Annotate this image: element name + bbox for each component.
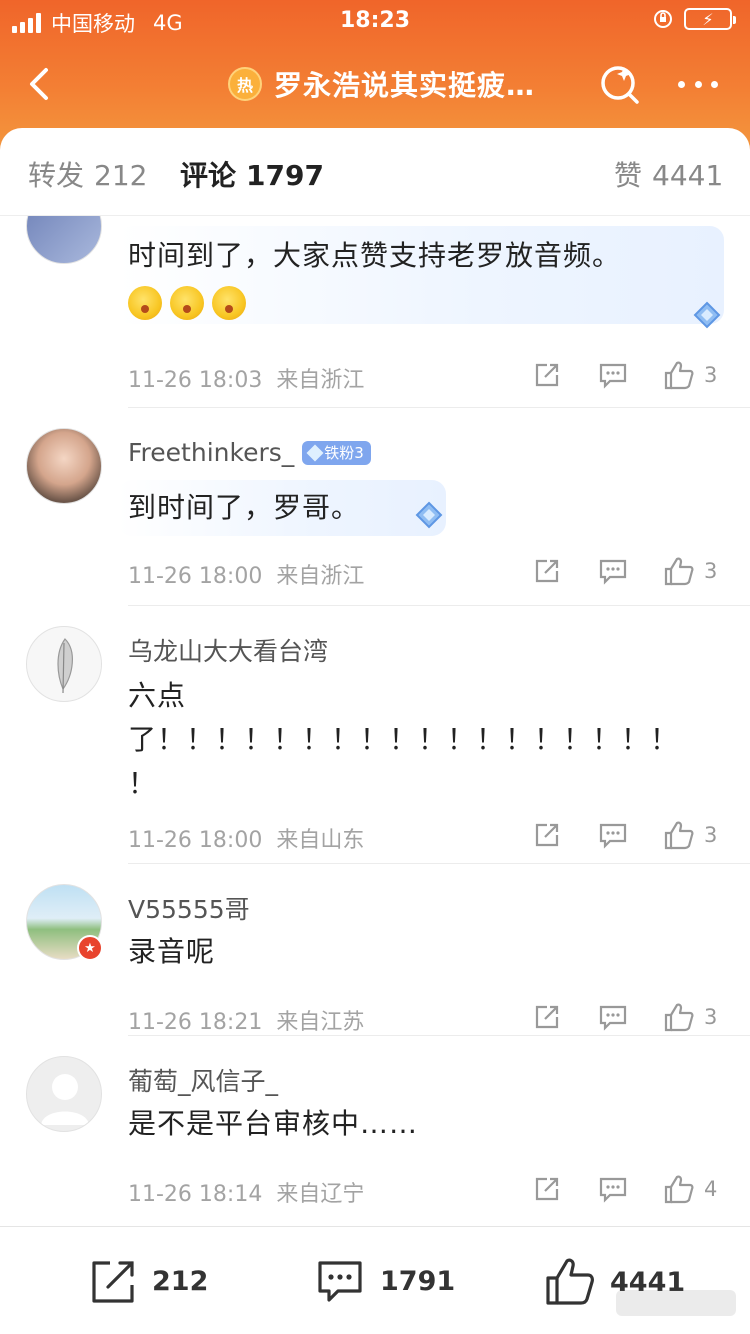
comment-meta: 11-26 18:03 来自浙江	[128, 362, 364, 394]
tab-likes-label: 赞	[614, 159, 643, 192]
comment-item: ★ V55555哥 录音呢 11-26 18:21 来自江苏 3	[0, 864, 750, 1036]
blush-emoji-icon	[128, 286, 162, 320]
comment-item: 时间到了，大家点赞支持老罗放音频。 11-26 18:03 来自浙江 3	[0, 216, 750, 408]
comment-text: 到时间了，罗哥。	[128, 491, 361, 524]
hot-topic-icon: 热	[228, 67, 262, 101]
repost-icon[interactable]	[530, 818, 564, 852]
comment-time: 11-26 18:00	[128, 828, 263, 853]
back-arrow-icon[interactable]	[22, 64, 62, 104]
comment-text: 六点 了！！！！！！！！！！！！！！！！！！ ！	[128, 679, 680, 800]
like-thumb-icon	[546, 1258, 594, 1305]
tab-comments-label: 评论	[180, 159, 237, 192]
bottom-action-bar: 212 1791 4441	[0, 1226, 750, 1334]
default-user-icon	[41, 1074, 89, 1125]
sparkle-diamond-icon	[415, 501, 443, 529]
repost-icon[interactable]	[530, 1000, 564, 1034]
like-count: 3	[704, 823, 718, 847]
tab-reposts[interactable]: 转发 212	[28, 154, 147, 194]
comment-item: 葡萄_风信子_ 是不是平台审核中…… 11-26 18:14 来自辽宁 4	[0, 1036, 750, 1226]
comment-reply-icon[interactable]	[596, 554, 630, 588]
like-thumb-icon[interactable]	[662, 554, 696, 588]
like-thumb-icon[interactable]	[662, 358, 696, 392]
repost-icon[interactable]	[530, 358, 564, 392]
tab-bar: 转发 212 评论 1797 赞 4441	[0, 128, 750, 216]
emoji-row	[128, 280, 621, 324]
diamond-icon	[306, 444, 324, 461]
comment-region: 来自江苏	[276, 1010, 365, 1035]
repost-icon	[92, 1261, 134, 1303]
repost-count: 212	[152, 1265, 209, 1297]
comment-text: 录音呢	[128, 935, 216, 968]
fan-badge: 铁粉3	[302, 440, 371, 465]
like-thumb-icon[interactable]	[662, 818, 696, 852]
avatar[interactable]	[26, 1056, 102, 1132]
nav-bar: 热 罗永浩说其实挺疲…	[0, 54, 750, 114]
orientation-lock-icon	[654, 10, 672, 28]
comment-region: 来自山东	[276, 828, 365, 853]
comment-region: 来自浙江	[276, 564, 365, 589]
comment-meta: 11-26 18:00 来自浙江	[128, 558, 364, 590]
page-title[interactable]: 罗永浩说其实挺疲…	[274, 64, 535, 104]
comment-reply-icon[interactable]	[596, 1172, 630, 1206]
like-count: 4	[704, 1177, 718, 1201]
comment-time: 11-26 18:21	[128, 1010, 263, 1035]
more-options-icon[interactable]	[676, 62, 720, 106]
tab-comments[interactable]: 评论 1797	[180, 154, 324, 194]
comment-time: 11-26 18:03	[128, 368, 263, 393]
blush-emoji-icon	[170, 286, 204, 320]
like-count: 3	[704, 1005, 718, 1029]
comment-item: 乌龙山大大看台湾 六点 了！！！！！！！！！！！！！！！！！！ ！ 11-26 …	[0, 606, 750, 864]
comment-username[interactable]: 葡萄_风信子_	[128, 1062, 278, 1098]
tab-reposts-count: 212	[94, 159, 148, 192]
tab-likes[interactable]: 赞 4441	[614, 154, 723, 194]
blush-emoji-icon	[212, 286, 246, 320]
tab-comments-count: 1797	[246, 159, 324, 192]
comment-button[interactable]: 1791	[314, 1257, 455, 1305]
comment-reply-icon[interactable]	[596, 818, 630, 852]
avatar[interactable]	[26, 626, 102, 702]
avatar[interactable]: ★	[26, 884, 103, 961]
feather-icon	[57, 638, 73, 694]
comment-icon	[318, 1261, 362, 1302]
comment-meta: 11-26 18:21 来自江苏	[128, 1004, 364, 1036]
tab-reposts-label: 转发	[28, 159, 85, 192]
watermark	[616, 1290, 736, 1316]
comment-list[interactable]: 时间到了，大家点赞支持老罗放音频。 11-26 18:03 来自浙江 3 Fre…	[0, 216, 750, 1226]
like-thumb-icon[interactable]	[662, 1172, 696, 1206]
comment-username[interactable]: V55555哥	[128, 890, 250, 926]
like-count: 3	[704, 363, 718, 387]
comment-username[interactable]: 乌龙山大大看台湾	[128, 632, 328, 668]
avatar[interactable]	[26, 428, 102, 504]
comment-meta: 11-26 18:00 来自山东	[128, 822, 364, 854]
repost-icon[interactable]	[530, 554, 564, 588]
comment-text: 是不是平台审核中……	[128, 1107, 419, 1140]
comment-region: 来自浙江	[276, 368, 365, 393]
status-time: 18:23	[339, 8, 411, 33]
comment-time: 11-26 18:00	[128, 564, 263, 589]
comment-text: 时间到了，大家点赞支持老罗放音频。	[128, 234, 621, 324]
avatar[interactable]	[26, 216, 102, 264]
comment-time: 11-26 18:14	[128, 1182, 263, 1207]
status-bar: 中国移动 4G 18:23 ⚡	[0, 6, 750, 36]
comment-item: Freethinkers_ 铁粉3 到时间了，罗哥。 11-26 18:00 来自…	[0, 408, 750, 606]
battery-charging-icon: ⚡	[684, 8, 736, 30]
tab-likes-count: 4441	[652, 159, 724, 192]
like-thumb-icon[interactable]	[662, 1000, 696, 1034]
comment-count: 1791	[380, 1265, 456, 1297]
verified-star-icon: ★	[77, 935, 103, 961]
comment-username[interactable]: Freethinkers_ 铁粉3	[128, 438, 371, 467]
comment-reply-icon[interactable]	[596, 358, 630, 392]
comment-reply-icon[interactable]	[596, 1000, 630, 1034]
sparkle-diamond-icon	[693, 301, 721, 329]
repost-button[interactable]: 212	[88, 1257, 208, 1305]
comment-region: 来自辽宁	[276, 1182, 365, 1207]
comment-meta: 11-26 18:14 来自辽宁	[128, 1176, 364, 1208]
repost-icon[interactable]	[530, 1172, 564, 1206]
search-icon[interactable]	[598, 62, 642, 106]
like-count: 3	[704, 559, 718, 583]
